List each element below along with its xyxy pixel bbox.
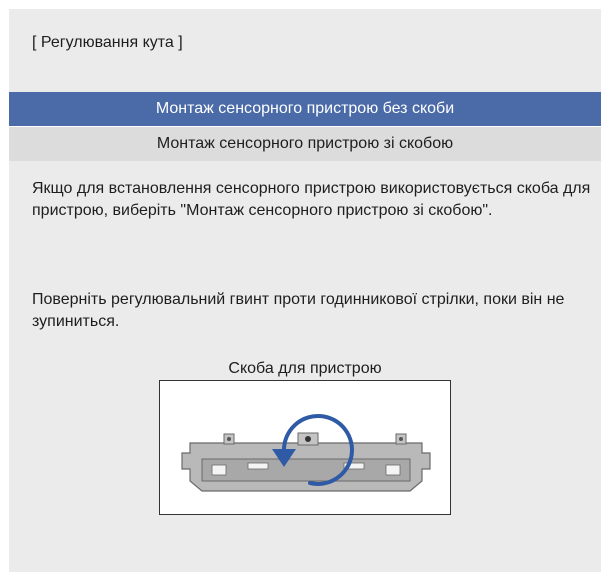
device-bracket-illustration xyxy=(181,413,431,492)
dialog-title: [ Регулювання кута ] xyxy=(32,34,183,51)
description-screw: Поверніть регулювальний гвинт проти годи… xyxy=(32,291,565,330)
bracket-inner-band xyxy=(201,458,411,482)
angle-adjustment-dialog: [ Регулювання кута ] Монтаж сенсорного п… xyxy=(9,9,601,572)
menu-item-with-bracket[interactable]: Монтаж сенсорного пристрою зі скобою xyxy=(9,126,601,161)
menu-item-without-bracket[interactable]: Монтаж сенсорного пристрою без скоби xyxy=(9,92,601,126)
description-bracket: Якщо для встановлення сенсорного пристро… xyxy=(32,180,591,219)
screw-hole-left xyxy=(227,437,231,441)
bracket-figure xyxy=(159,380,451,515)
adjustment-screw-icon xyxy=(305,436,311,442)
screw-hole-right xyxy=(399,437,403,441)
figure-caption: Скоба для пристрою xyxy=(228,360,382,377)
mount-option-menu: Монтаж сенсорного пристрою без скоби Мон… xyxy=(9,92,601,161)
